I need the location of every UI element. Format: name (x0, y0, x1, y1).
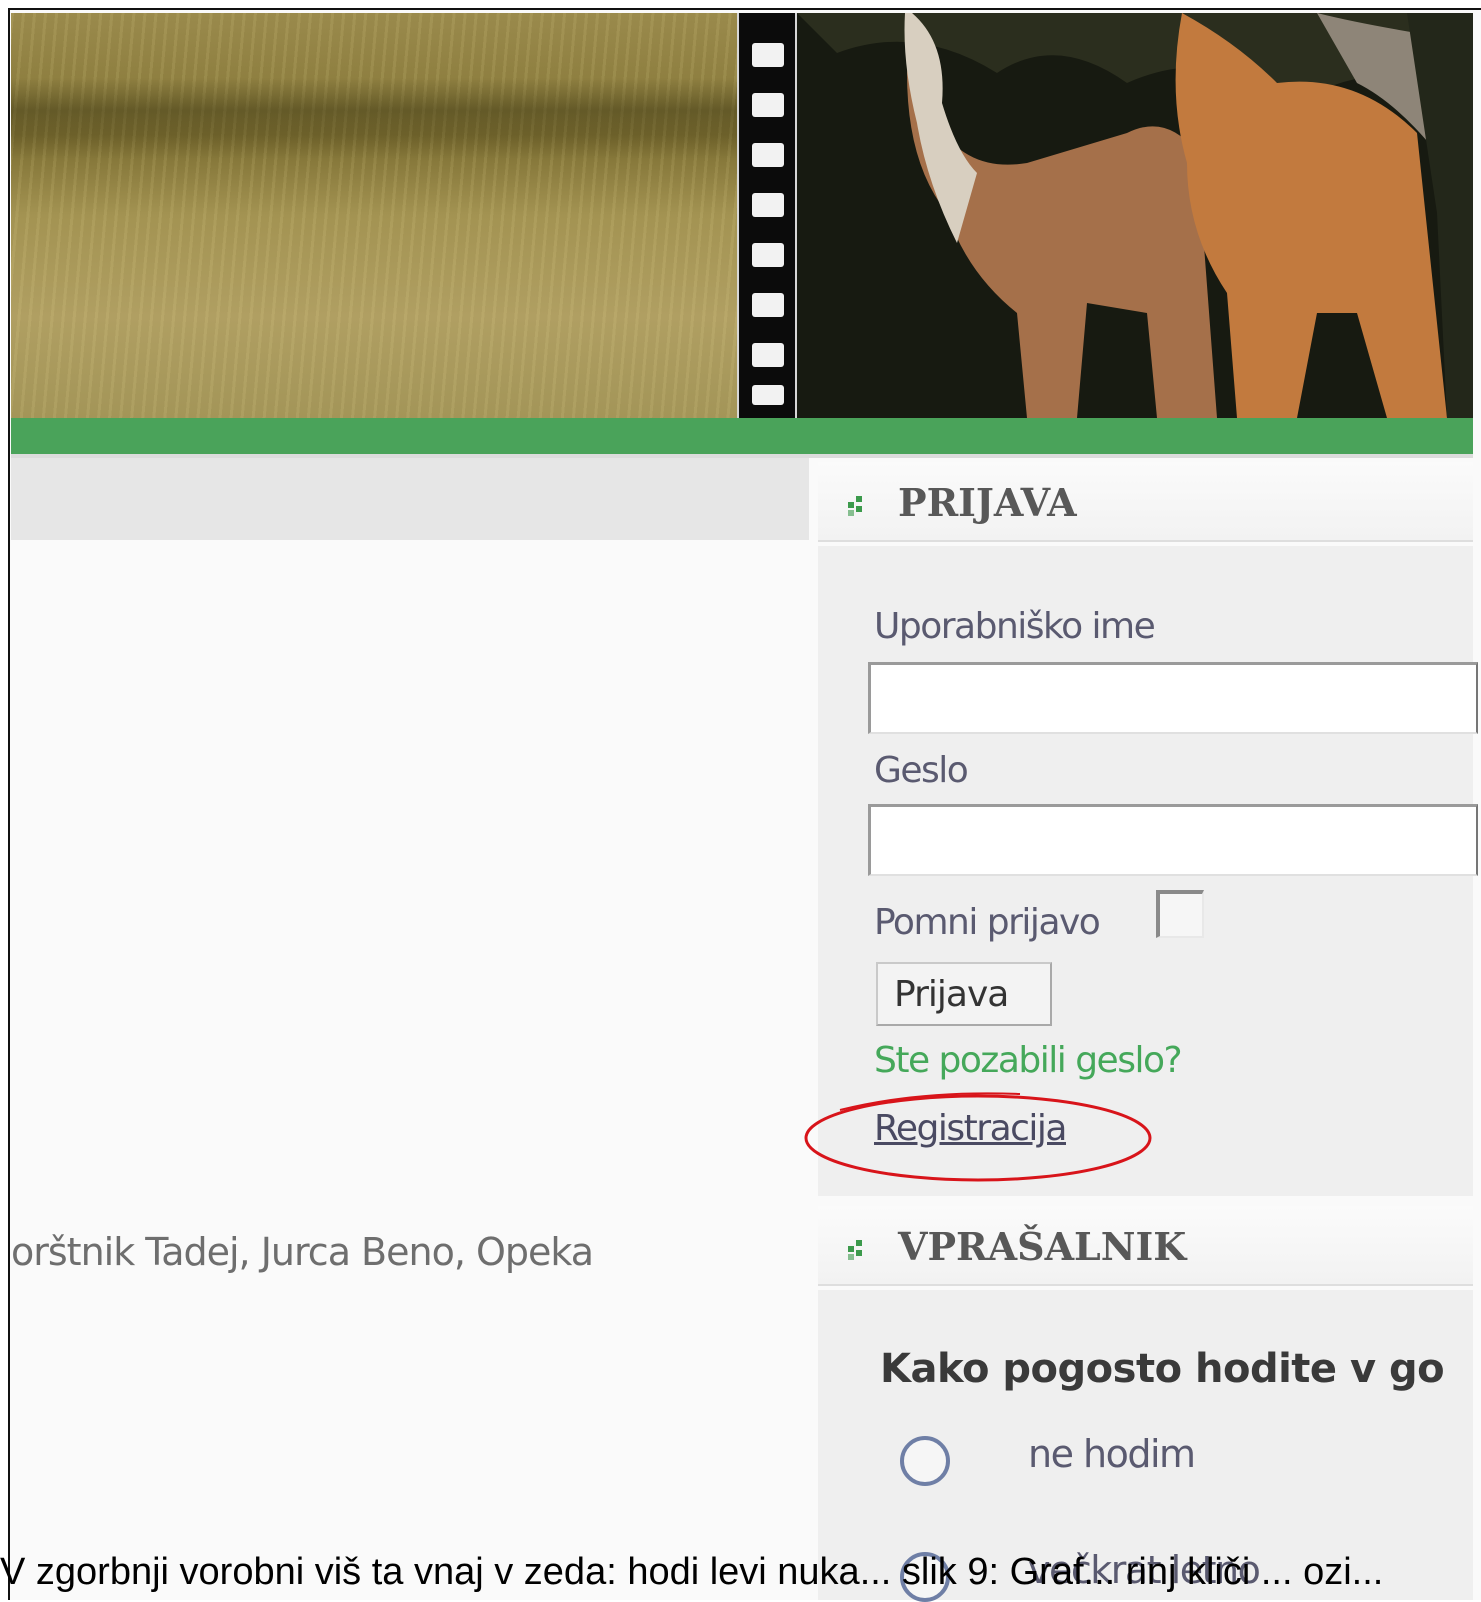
login-panel-title: PRIJAVA (898, 480, 1077, 525)
content-header (11, 458, 809, 540)
green-dots-icon (848, 1240, 870, 1260)
green-accent-bar (11, 418, 1473, 458)
poll-question: Kako pogosto hodite v go (880, 1346, 1445, 1392)
remember-label: Pomni prijavo (874, 902, 1101, 943)
header-banner (11, 13, 1473, 418)
deer-image (797, 13, 1473, 418)
remember-checkbox[interactable] (1156, 890, 1204, 938)
authors-text: orštnik Tadej, Jurca Beno, Opeka (11, 1230, 594, 1274)
content-area (11, 540, 809, 1592)
meadow-photo (11, 13, 737, 418)
poll-radio-ne-hodim[interactable] (900, 1436, 950, 1486)
poll-option-label: ne hodim (1028, 1432, 1196, 1476)
username-input[interactable] (868, 662, 1478, 734)
figure-caption: V zgorbnji vorobni viš ta vnaj v zeda: h… (0, 1551, 1384, 1593)
highlight-circle (804, 1092, 1152, 1182)
filmstrip-divider (737, 13, 797, 418)
forgot-password-link[interactable]: Ste pozabili geslo? (874, 1040, 1183, 1081)
green-dots-icon (848, 496, 870, 516)
password-label: Geslo (874, 750, 969, 791)
poll-panel-title: VPRAŠALNIK (898, 1224, 1187, 1269)
password-input[interactable] (868, 804, 1478, 876)
poll-panel-header: VPRAŠALNIK (818, 1206, 1473, 1286)
login-panel-header: PRIJAVA (818, 462, 1473, 542)
login-button[interactable]: Prijava (876, 962, 1052, 1026)
username-label: Uporabniško ime (874, 606, 1156, 647)
